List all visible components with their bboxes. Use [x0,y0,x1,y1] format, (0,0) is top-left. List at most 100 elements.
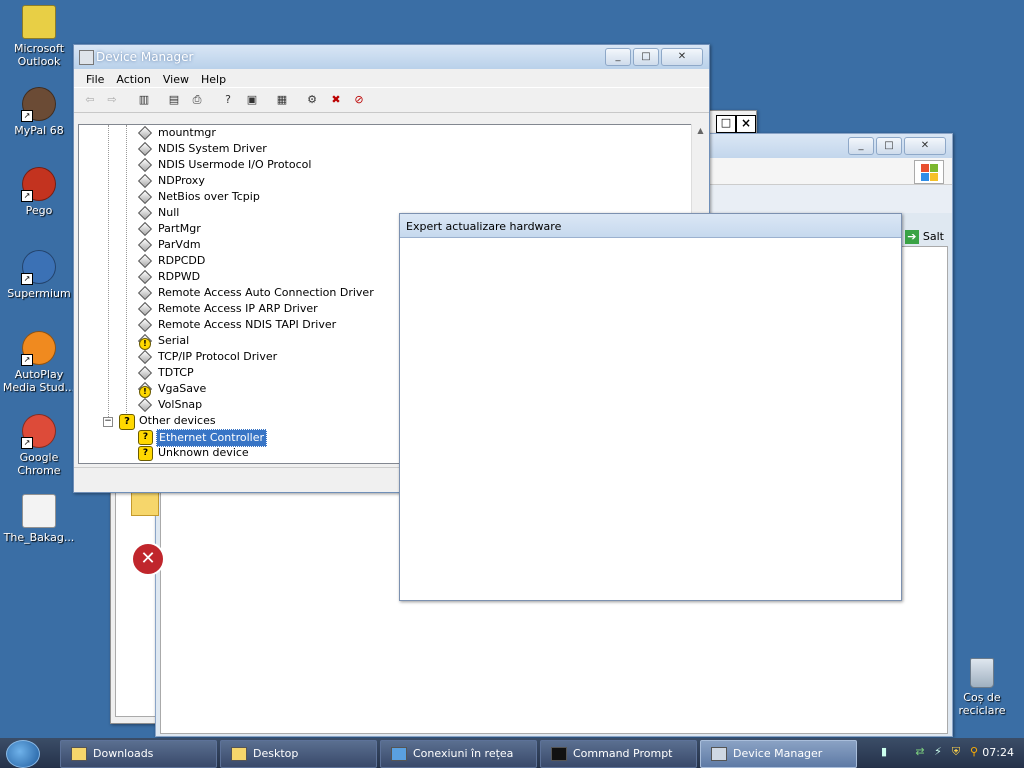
clock[interactable]: 07:24 [982,746,1014,759]
go-arrow-icon: ➔ [904,230,919,244]
network-connections-icon [391,747,407,761]
desktop-icon[interactable]: ↗ Google Chrome [1,414,77,477]
wizard-titlebar[interactable]: Expert actualizare hardware [400,214,901,238]
desktop-icon[interactable]: The_Bakag... [1,494,77,544]
unknown-device-icon: ? [138,446,153,461]
shortcut-arrow-icon: ↗ [21,273,33,285]
driver-icon [137,173,153,189]
uninstall-icon[interactable]: ✖ [328,93,344,107]
security-shield-icon[interactable]: ⛨ [950,746,962,758]
disable-icon[interactable]: ⊘ [351,93,367,107]
error-shield-icon: ✕ [131,542,165,576]
driver-icon [137,189,153,205]
update-driver-icon[interactable]: ⚙ [304,93,320,107]
desktop-icon-label: MyPal 68 [14,124,64,137]
taskbar-button[interactable]: Downloads [60,740,217,768]
minimize-button[interactable]: _ [848,137,874,155]
help-icon[interactable]: ? [220,93,236,107]
system-tray: ▮ ⇄ ⚡ ⛨ ⚲ 07:24 [864,738,1024,768]
autoplay-icon: ↗ [21,331,56,366]
tree-connector [126,125,127,413]
tree-item-label: VolSnap [158,398,203,411]
tree-item-label: Remote Access IP ARP Driver [158,302,318,315]
maximize-button[interactable]: □ [633,48,659,66]
supermium-icon: ↗ [21,250,56,285]
driver-icon [137,125,153,141]
unknown-device-icon: ? [138,430,153,445]
driver-icon [137,205,153,221]
taskbar-button[interactable]: Device Manager [700,740,857,768]
document-icon [22,494,56,528]
desktop-icon[interactable]: Microsoft Outlook [1,5,77,68]
recycle-bin[interactable]: Coș de reciclare [944,658,1020,717]
taskbar-button-label: Device Manager [733,747,823,760]
desktop-icon-label: Google Chrome [17,451,61,477]
tree-item-label: NDProxy [158,174,205,187]
recycle-bin-label: Coș de reciclare [958,691,1006,717]
driver-icon [137,237,153,253]
menu-view[interactable]: View [157,69,195,87]
device-manager-titlebar[interactable]: Device Manager _ □ ✕ [74,45,709,69]
driver-icon [137,349,153,365]
show-hide-tree-icon[interactable]: ▥ [136,93,152,107]
driver-icon [137,317,153,333]
desktop-icon-label: Microsoft Outlook [13,42,65,68]
scroll-up-icon[interactable]: ▲ [692,126,709,135]
folder-icon [231,747,247,761]
print-icon[interactable]: ⎙ [189,93,205,107]
maximize-button[interactable]: □ [876,137,902,155]
tree-item-label: ParVdm [158,238,201,251]
back-icon[interactable]: ⇦ [82,93,98,107]
show-desktop-icon[interactable]: ▮ [878,746,890,758]
properties-icon[interactable]: ▤ [166,93,182,107]
close-button[interactable]: ✕ [661,48,703,66]
driver-icon [137,253,153,269]
driver-icon [137,397,153,413]
desktop-icon[interactable]: ↗ Pego [1,167,77,217]
forward-icon[interactable]: ⇨ [104,93,120,107]
toolbar: ⇦ ⇨ ▥ ▤ ⎙ ? ▣ ▦ ⚙ ✖ ⊘ [74,87,709,113]
command-prompt-icon [551,747,567,761]
outlook-icon [22,5,56,39]
taskbar-button[interactable]: Conexiuni în rețea [380,740,537,768]
driver-icon [137,269,153,285]
folder-icon [131,492,159,516]
desktop-icon[interactable]: ↗ MyPal 68 [1,87,77,137]
tree-item-label: Remote Access NDIS TAPI Driver [158,318,337,331]
tree-item-label: Unknown device [158,446,249,459]
taskbar-button[interactable]: Desktop [220,740,377,768]
go-button[interactable]: ➔ Salt [904,228,944,246]
driver-icon [137,365,153,381]
scan-hardware-icon[interactable]: ▦ [274,93,290,107]
minimize-button[interactable]: _ [605,48,631,66]
export-icon[interactable]: ▣ [244,93,260,107]
menu-action[interactable]: Action [110,69,156,87]
maximize-button[interactable]: □ [716,115,736,133]
start-button[interactable] [6,740,40,768]
driver-icon [137,221,153,237]
tree-item-label: PartMgr [158,222,201,235]
desktop-icon-label: AutoPlay Media Stud... [2,368,76,394]
desktop-icon[interactable]: ↗ AutoPlay Media Stud... [1,331,77,394]
taskbar-button-label: Command Prompt [573,747,673,760]
folder-icon [71,747,87,761]
shortcut-arrow-icon: ↗ [21,190,33,202]
desktop-icon-label: The_Bakag... [3,531,75,544]
hardware-update-wizard[interactable]: Expert actualizare hardware [399,213,902,601]
menu-file[interactable]: File [80,69,110,87]
network-icon[interactable]: ⇄ [914,746,926,758]
shortcut-arrow-icon: ↗ [21,437,33,449]
close-button[interactable]: × [736,115,756,133]
search-icon[interactable]: ⚲ [968,746,980,758]
recycle-bin-icon [970,658,994,688]
desktop-icon[interactable]: ↗ Supermium [1,250,77,300]
tree-item-label: NetBios over Tcpip [158,190,260,203]
close-button[interactable]: ✕ [904,137,946,155]
driver-icon [137,157,153,173]
device-manager-icon [79,50,94,65]
network-activity-icon[interactable]: ⚡ [932,746,944,758]
unknown-device-category-icon: ? [119,414,135,430]
taskbar-button[interactable]: Command Prompt [540,740,697,768]
menu-help[interactable]: Help [195,69,232,87]
collapse-icon[interactable]: − [103,417,113,427]
